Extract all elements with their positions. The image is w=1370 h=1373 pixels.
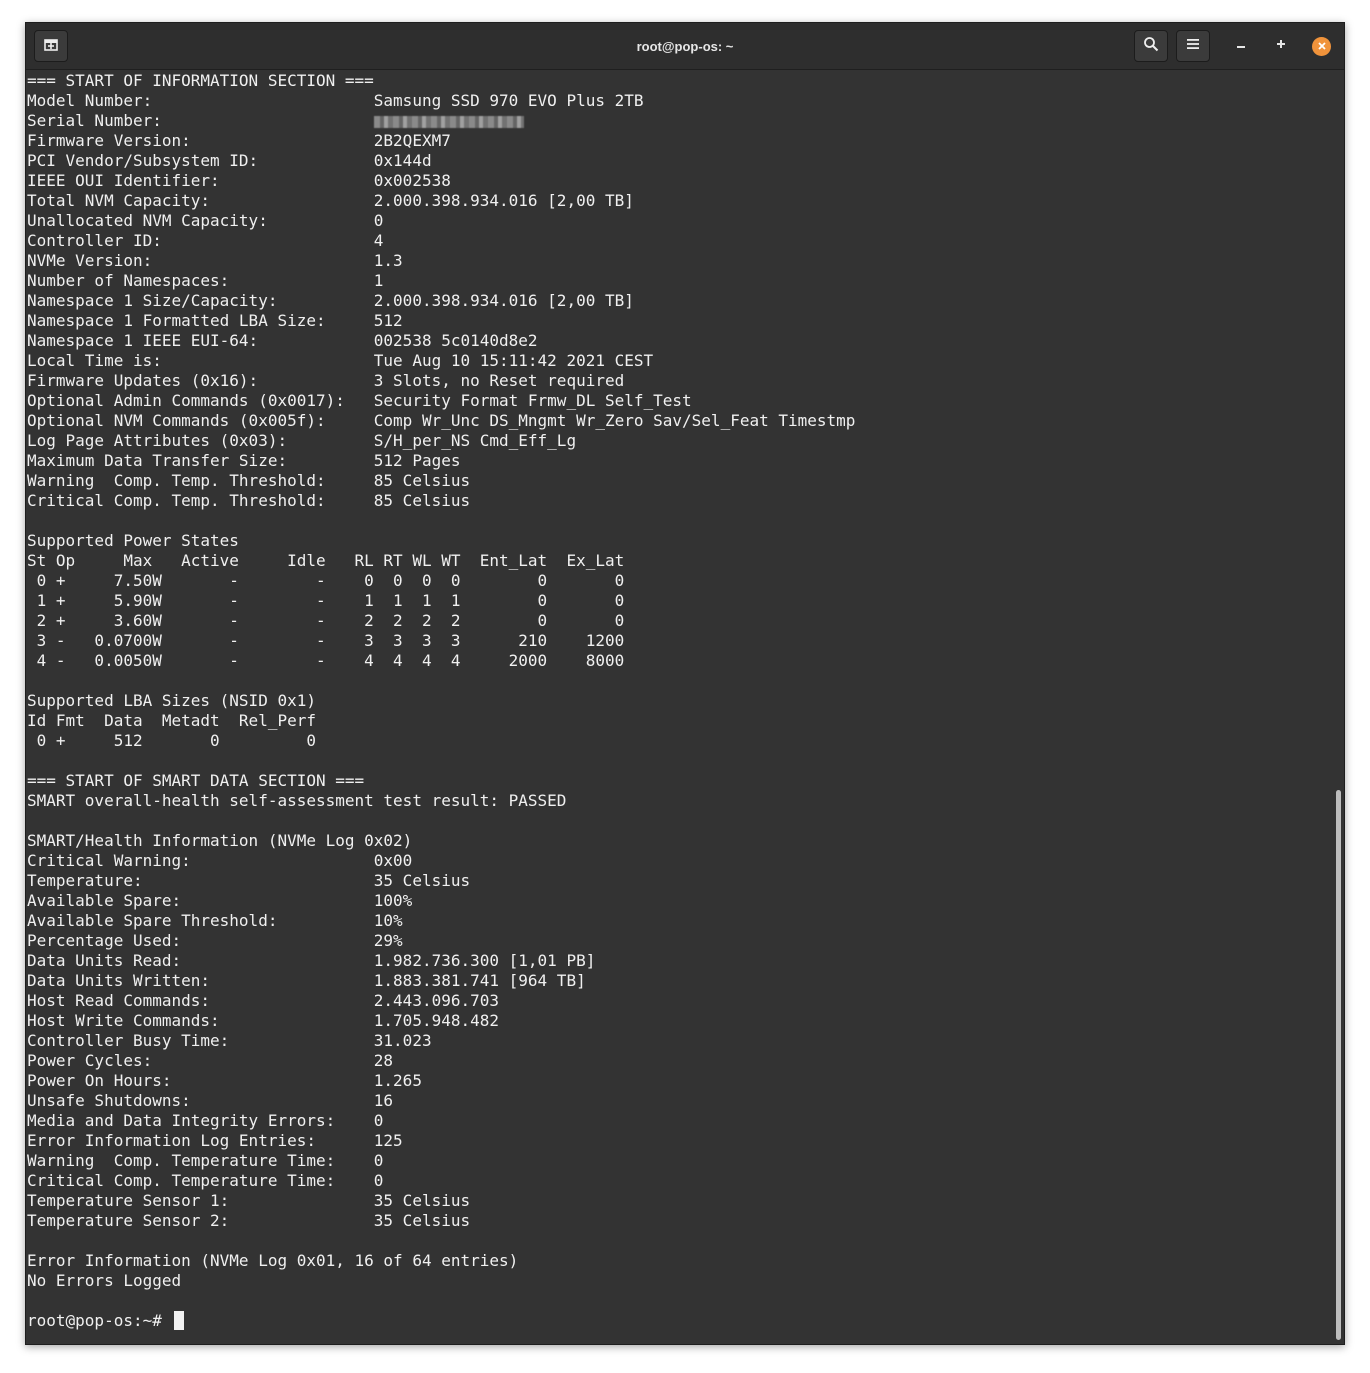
menu-button[interactable] bbox=[1176, 30, 1210, 62]
terminal-line: Controller ID: 4 bbox=[27, 231, 384, 250]
terminal-line: IEEE OUI Identifier: 0x002538 bbox=[27, 171, 451, 190]
scrollbar-thumb[interactable] bbox=[1336, 790, 1341, 1340]
hamburger-menu-icon bbox=[1186, 37, 1200, 56]
terminal-line: SMART overall-health self-assessment tes… bbox=[27, 791, 567, 810]
terminal-line: Id Fmt Data Metadt Rel_Perf bbox=[27, 711, 316, 730]
terminal-line: No Errors Logged bbox=[27, 1271, 182, 1290]
minimize-icon bbox=[1235, 37, 1247, 55]
terminal-line: Critical Warning: 0x00 bbox=[27, 851, 413, 870]
terminal-line: Host Write Commands: 1.705.948.482 bbox=[27, 1011, 500, 1030]
terminal-line: Namespace 1 Size/Capacity: 2.000.398.934… bbox=[27, 291, 634, 310]
terminal-line: Unsafe Shutdowns: 16 bbox=[27, 1091, 394, 1110]
terminal-line: Temperature Sensor 1: 35 Celsius bbox=[27, 1191, 471, 1210]
terminal-line: Critical Comp. Temp. Threshold: 85 Celsi… bbox=[27, 491, 471, 510]
terminal-line: Media and Data Integrity Errors: 0 bbox=[27, 1111, 384, 1130]
terminal-line: Optional Admin Commands (0x0017): Securi… bbox=[27, 391, 692, 410]
terminal-line: Log Page Attributes (0x03): S/H_per_NS C… bbox=[27, 431, 577, 450]
terminal-line: Maximum Data Transfer Size: 512 Pages bbox=[27, 451, 461, 470]
terminal-line: Data Units Read: 1.982.736.300 [1,01 PB] bbox=[27, 951, 596, 970]
maximize-button[interactable] bbox=[1271, 36, 1291, 56]
terminal-line: Firmware Updates (0x16): 3 Slots, no Res… bbox=[27, 371, 625, 390]
terminal-line: Namespace 1 IEEE EUI-64: 002538 5c0140d8… bbox=[27, 331, 538, 350]
terminal-line: Power On Hours: 1.265 bbox=[27, 1071, 422, 1090]
terminal-line: Total NVM Capacity: 2.000.398.934.016 [2… bbox=[27, 191, 634, 210]
terminal-line: PCI Vendor/Subsystem ID: 0x144d bbox=[27, 151, 432, 170]
terminal-line: Supported LBA Sizes (NSID 0x1) bbox=[27, 691, 316, 710]
terminal-line: Warning Comp. Temperature Time: 0 bbox=[27, 1151, 384, 1170]
terminal-line: Model Number: Samsung SSD 970 EVO Plus 2… bbox=[27, 91, 644, 110]
text-cursor bbox=[173, 1311, 184, 1330]
terminal-line: Local Time is: Tue Aug 10 15:11:42 2021 … bbox=[27, 351, 654, 370]
close-button[interactable] bbox=[1312, 37, 1331, 56]
terminal-line: Temperature: 35 Celsius bbox=[27, 871, 471, 890]
terminal-line: 3 - 0.0700W - - 3 3 3 3 210 1200 bbox=[27, 631, 625, 650]
terminal-line: 0 + 7.50W - - 0 0 0 0 0 0 bbox=[27, 571, 625, 590]
terminal-line: Host Read Commands: 2.443.096.703 bbox=[27, 991, 500, 1010]
terminal-line: Unallocated NVM Capacity: 0 bbox=[27, 211, 384, 230]
terminal-line: Temperature Sensor 2: 35 Celsius bbox=[27, 1211, 471, 1230]
terminal-line: 4 - 0.0050W - - 4 4 4 4 2000 8000 bbox=[27, 651, 625, 670]
terminal-line: SMART/Health Information (NVMe Log 0x02) bbox=[27, 831, 413, 850]
search-button[interactable] bbox=[1134, 30, 1168, 62]
terminal-line: St Op Max Active Idle RL RT WL WT Ent_La… bbox=[27, 551, 625, 570]
terminal-line: Serial Number: bbox=[27, 111, 1332, 131]
new-tab-icon bbox=[43, 36, 59, 57]
terminal-line: Available Spare Threshold: 10% bbox=[27, 911, 403, 930]
terminal-line: Namespace 1 Formatted LBA Size: 512 bbox=[27, 311, 403, 330]
terminal-line: Error Information (NVMe Log 0x01, 16 of … bbox=[27, 1251, 519, 1270]
terminal-window: root@pop-os: ~ === START OF INFORMATION … bbox=[25, 22, 1345, 1345]
terminal-line: 2 + 3.60W - - 2 2 2 2 0 0 bbox=[27, 611, 625, 630]
terminal-line: 1 + 5.90W - - 1 1 1 1 0 0 bbox=[27, 591, 625, 610]
terminal-line: Controller Busy Time: 31.023 bbox=[27, 1031, 432, 1050]
terminal-line: Supported Power States bbox=[27, 531, 239, 550]
terminal-line: Error Information Log Entries: 125 bbox=[27, 1131, 403, 1150]
terminal-output[interactable]: === START OF INFORMATION SECTION === Mode… bbox=[27, 70, 1332, 1344]
search-icon bbox=[1143, 36, 1159, 57]
terminal-line: Power Cycles: 28 bbox=[27, 1051, 394, 1070]
title-bar[interactable]: root@pop-os: ~ bbox=[26, 23, 1344, 70]
terminal-line: Firmware Version: 2B2QEXM7 bbox=[27, 131, 451, 150]
terminal-line: Critical Comp. Temperature Time: 0 bbox=[27, 1171, 384, 1190]
terminal-line: Available Spare: 100% bbox=[27, 891, 413, 910]
terminal-line: Warning Comp. Temp. Threshold: 85 Celsiu… bbox=[27, 471, 471, 490]
shell-prompt: root@pop-os:~# bbox=[27, 1311, 172, 1330]
terminal-line: Optional NVM Commands (0x005f): Comp Wr_… bbox=[27, 411, 856, 430]
terminal-line: Percentage Used: 29% bbox=[27, 931, 403, 950]
close-icon bbox=[1317, 38, 1327, 56]
terminal-line: 0 + 512 0 0 bbox=[27, 731, 316, 750]
maximize-icon bbox=[1275, 37, 1287, 55]
shell-prompt-line[interactable]: root@pop-os:~# bbox=[27, 1311, 1332, 1331]
terminal-line: NVMe Version: 1.3 bbox=[27, 251, 403, 270]
terminal-line: Number of Namespaces: 1 bbox=[27, 271, 384, 290]
terminal-line: Data Units Written: 1.883.381.741 [964 T… bbox=[27, 971, 586, 990]
terminal-line: === START OF INFORMATION SECTION === bbox=[27, 71, 374, 90]
minimize-button[interactable] bbox=[1231, 36, 1251, 56]
terminal-line: === START OF SMART DATA SECTION === bbox=[27, 771, 365, 790]
new-tab-button[interactable] bbox=[34, 30, 68, 62]
redacted-serial bbox=[373, 115, 524, 128]
